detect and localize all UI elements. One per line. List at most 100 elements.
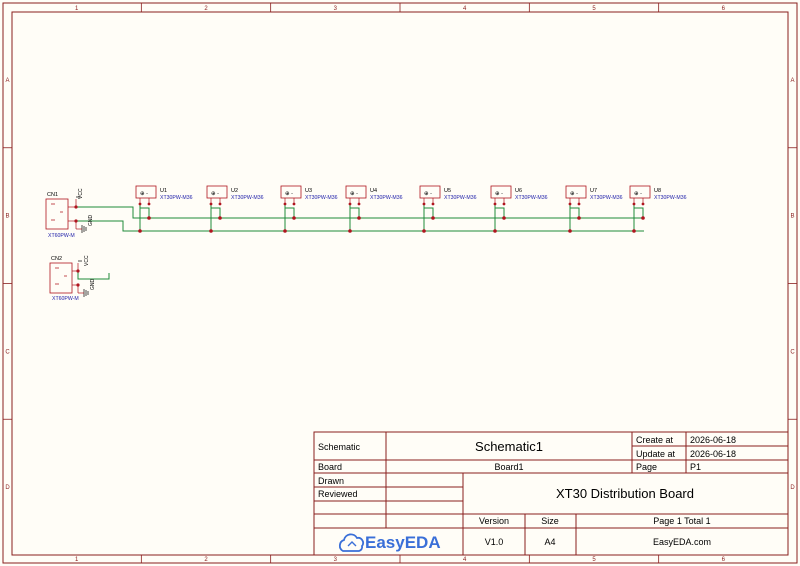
output-pin-dot-1 [568, 202, 572, 206]
tb-version-label: Version [479, 516, 509, 526]
tb-size-label: Size [541, 516, 559, 526]
zone-row-left: D [5, 485, 10, 491]
zone-row-right: B [790, 214, 794, 220]
gnd-junction [283, 229, 287, 233]
tb-schematic-value: Schematic1 [475, 439, 543, 454]
vcc-junction [502, 216, 506, 220]
tb-title: XT30 Distribution Board [556, 486, 694, 501]
output-pin-dot-2 [577, 202, 581, 206]
output-partname: XT30PW-M36 [160, 195, 193, 201]
output-vcc-drop [633, 204, 644, 218]
gnd-junction [632, 229, 636, 233]
output-designator: U6 [515, 188, 522, 194]
gnd-junction [568, 229, 572, 233]
gnd-junction [348, 229, 352, 233]
output-u1[interactable]: ⊕ - U1XT30PW-M36 [135, 185, 193, 206]
gnd-junction [209, 229, 213, 233]
output-u7[interactable]: ⊕ - U7XT30PW-M36 [565, 185, 623, 206]
output-partname: XT30PW-M36 [305, 195, 338, 201]
tb-drawn-label: Drawn [318, 476, 344, 486]
gnd-junction [422, 229, 426, 233]
tb-schematic-label: Schematic [318, 442, 361, 452]
zone-col-top: 5 [592, 6, 596, 12]
output-vcc-drop [349, 204, 360, 218]
connector-cn1[interactable]: CN1 VCC GND XT60PW-M [45, 188, 94, 239]
tb-board-label: Board [318, 462, 342, 472]
tb-page-value: P1 [690, 462, 701, 472]
zone-row-right: C [790, 349, 795, 355]
wires [76, 204, 645, 280]
cn1-vcc-label: VCC [78, 188, 84, 199]
zone-col-top: 4 [463, 6, 467, 12]
output-pin-dot-1 [138, 202, 142, 206]
output-pin-dot-2 [218, 202, 222, 206]
output-u5[interactable]: ⊕ - U5XT30PW-M36 [419, 185, 477, 206]
tb-page-total: Page 1 Total 1 [653, 516, 710, 526]
cn1-body [45, 198, 69, 230]
zone-col-top: 2 [204, 6, 208, 12]
gnd-junction [493, 229, 497, 233]
output-pin-dot-1 [422, 202, 426, 206]
output-partname: XT30PW-M36 [590, 195, 623, 201]
output-designator: U5 [444, 188, 451, 194]
output-pin-dot-2 [357, 202, 361, 206]
output-pin-glyphs: ⊕ - [285, 191, 293, 197]
output-partname: XT30PW-M36 [654, 195, 687, 201]
output-pin-dot-2 [502, 202, 506, 206]
output-pin-glyphs: ⊕ - [570, 191, 578, 197]
cloud-arrow [347, 541, 357, 547]
output-pin-dot-1 [632, 202, 636, 206]
output-vcc-drop [284, 204, 295, 218]
output-u8[interactable]: ⊕ - U8XT30PW-M36 [629, 185, 687, 206]
cn2-body [49, 262, 73, 294]
output-pin-dot-2 [147, 202, 151, 206]
cn1-gnd-label: GND [88, 215, 94, 227]
output-u4[interactable]: ⊕ - U4XT30PW-M36 [345, 185, 403, 206]
output-pin-dot-1 [283, 202, 287, 206]
output-pin-dot-1 [493, 202, 497, 206]
output-partname: XT30PW-M36 [370, 195, 403, 201]
output-partname: XT30PW-M36 [444, 195, 477, 201]
zone-col-bottom: 3 [334, 557, 338, 563]
output-u2[interactable]: ⊕ - U2XT30PW-M36 [206, 185, 264, 206]
tb-create-value: 2026-06-18 [690, 435, 736, 445]
output-designator: U3 [305, 188, 312, 194]
zone-col-bottom: 6 [722, 557, 726, 563]
vcc-junction [431, 216, 435, 220]
zone-col-bottom: 2 [204, 557, 208, 563]
cn2-gnd-symbol [83, 289, 89, 297]
tb-update-label: Update at [636, 449, 676, 459]
schematic-canvas: 1 1 2 2 3 3 4 4 5 5 6 6 A A B B C C D D CN1 VCC GND XT60PW-… [2, 2, 798, 564]
zone-col-bottom: 1 [75, 557, 79, 563]
output-u6[interactable]: ⊕ - U6XT30PW-M36 [490, 185, 548, 206]
vcc-junction [147, 216, 151, 220]
tb-reviewed-label: Reviewed [318, 489, 358, 499]
output-designator: U7 [590, 188, 597, 194]
tb-update-value: 2026-06-18 [690, 449, 736, 459]
output-pin-glyphs: ⊕ - [634, 191, 642, 197]
tb-page-label: Page [636, 462, 657, 472]
output-vcc-drop [210, 204, 221, 218]
tb-size-value: A4 [544, 537, 555, 547]
vcc-junction [292, 216, 296, 220]
zone-markers: 1 1 2 2 3 3 4 4 5 5 6 6 A A B B C C D D [3, 3, 797, 563]
zone-col-bottom: 4 [463, 557, 467, 563]
easyeda-logo: EasyEDA [338, 533, 441, 552]
output-vcc-drop [569, 204, 580, 218]
output-u3[interactable]: ⊕ - U3XT30PW-M36 [280, 185, 338, 206]
output-pin-glyphs: ⊕ - [211, 191, 219, 197]
output-pin-glyphs: ⊕ - [350, 191, 358, 197]
gnd-junction [138, 229, 142, 233]
output-pin-dot-2 [431, 202, 435, 206]
output-designator: U1 [160, 188, 167, 194]
zone-col-top: 6 [722, 6, 726, 12]
vcc-rail-wire [76, 206, 644, 219]
output-pin-glyphs: ⊕ - [495, 191, 503, 197]
output-pin-dot-2 [292, 202, 296, 206]
vcc-junction [577, 216, 581, 220]
vcc-junction [218, 216, 222, 220]
output-designator: U2 [231, 188, 238, 194]
output-partname: XT30PW-M36 [515, 195, 548, 201]
cn2-vcc-label: VCC [84, 255, 90, 266]
zone-row-left: C [5, 349, 10, 355]
